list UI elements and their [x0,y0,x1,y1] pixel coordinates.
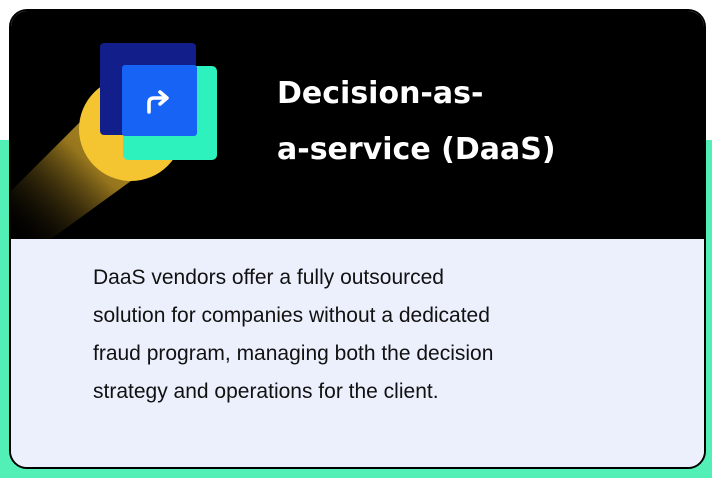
card-title-line-1: Decision-as- [277,76,484,111]
card-title: Decision-as- a-service (DaaS) [277,66,637,178]
redirect-arrow-icon [142,87,176,117]
description-line-1: DaaS vendors offer a fully outsourced [93,266,444,289]
description-line-4: strategy and operations for the client. [93,380,439,403]
card-title-line-2: a-service (DaaS) [277,132,556,167]
card-header: Decision-as- a-service (DaaS) [11,11,704,239]
daas-card: Decision-as- a-service (DaaS) DaaS vendo… [9,9,706,469]
description-line-3: fraud program, managing both the decisio… [93,342,494,365]
description-line-2: solution for companies without a dedicat… [93,304,490,327]
card-body: DaaS vendors offer a fully outsourced so… [11,239,704,467]
card-description: DaaS vendors offer a fully outsourced so… [93,259,633,411]
